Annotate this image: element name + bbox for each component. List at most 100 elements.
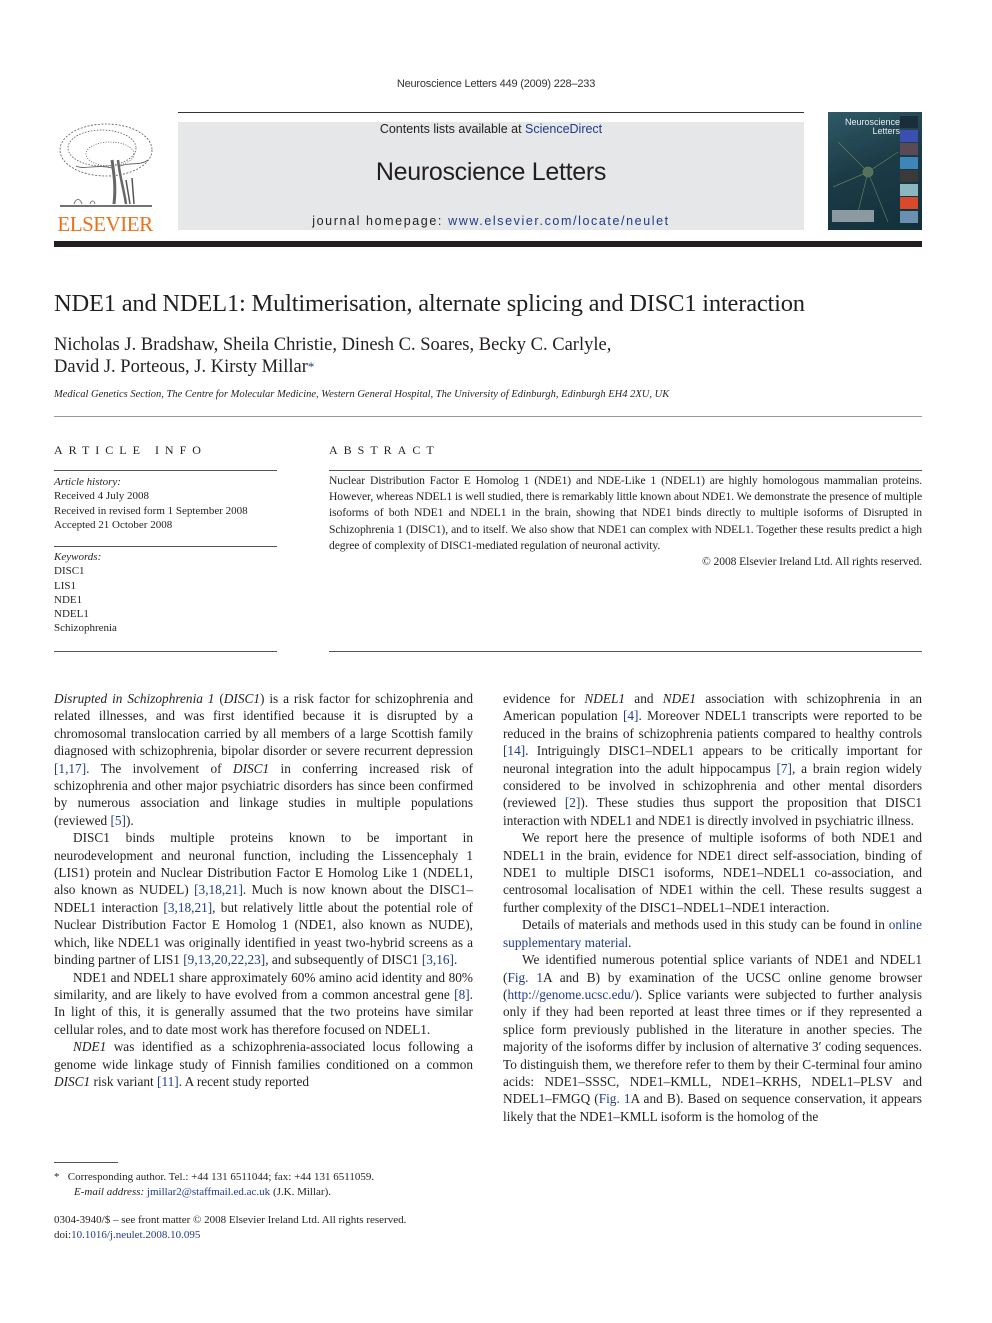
citation-link[interactable]: [7] (776, 761, 792, 776)
paper-title: NDE1 and NDEL1: Multimerisation, alterna… (54, 290, 805, 317)
italic-term: NDE1 (662, 691, 697, 706)
affiliation-rule (54, 416, 922, 417)
citation-link[interactable]: [9,13,20,22,23] (183, 952, 265, 967)
page-footer: 0304-3940/$ – see front matter © 2008 El… (54, 1213, 406, 1242)
article-info-bottom-rule (54, 651, 277, 652)
text-run: evidence for (503, 691, 585, 706)
masthead-bottom-rule (54, 241, 922, 247)
text-run: We report here the presence of multiple … (503, 830, 922, 915)
italic-term: DISC1 (232, 760, 270, 776)
homepage-prefix: journal homepage: (312, 214, 449, 228)
citation-link[interactable]: [3,16] (422, 952, 454, 967)
citation-link[interactable]: [3,18,21] (163, 900, 212, 915)
email-suffix: (J.K. Millar). (270, 1185, 331, 1198)
keyword: NDEL1 (54, 608, 89, 621)
text-run: ). Splice variants were subjected to fur… (503, 986, 922, 1107)
citation-link[interactable]: [14] (503, 743, 525, 758)
email-label: E-mail address: (74, 1185, 147, 1198)
keywords-rule (54, 546, 277, 547)
citation-link[interactable]: Fig. 1 (599, 1091, 631, 1106)
article-info-heading: ARTICLE INFO (54, 443, 207, 457)
abstract-text: Nuclear Distribution Factor E Homolog 1 … (329, 474, 922, 552)
history-revised: Received in revised form 1 September 200… (54, 504, 248, 517)
footnote-line-1: * Corresponding author. Tel.: +44 131 65… (54, 1170, 374, 1185)
body-paragraph: NDE1 was identified as a schizophrenia-a… (54, 1038, 473, 1090)
keyword: Schizophrenia (54, 622, 117, 635)
text-run: NDE1 and NDEL1 share approximately 60% a… (54, 969, 473, 1002)
citation-link[interactable]: [1,17] (54, 761, 86, 776)
header-rule (178, 112, 804, 113)
keyword: NDE1 (54, 593, 83, 606)
author-list: Nicholas J. Bradshaw, Sheila Christie, D… (54, 334, 611, 378)
keywords: Keywords: DISC1 LIS1 NDE1 NDEL1 Schizoph… (54, 550, 117, 636)
italic-term: NDE1 (73, 1039, 107, 1055)
italic-term: NDEL1 (584, 691, 625, 706)
citation-link[interactable]: [2] (565, 795, 581, 810)
doi-line: doi:10.1016/j.neulet.2008.10.095 (54, 1228, 406, 1243)
article-history: Article history: Received 4 July 2008 Re… (54, 475, 248, 532)
body-paragraph: NDE1 and NDEL1 share approximately 60% a… (54, 969, 473, 1039)
cover-thumb (900, 143, 918, 155)
journal-title: Neuroscience Letters (375, 158, 607, 186)
text-run: and (625, 691, 663, 706)
citation-link[interactable]: [11] (157, 1074, 179, 1089)
cover-thumb (900, 156, 918, 169)
footnote-contact: Corresponding author. Tel.: +44 131 6511… (67, 1171, 375, 1183)
text-run: . A recent study reported (178, 1073, 310, 1089)
text-run: risk variant (90, 1073, 158, 1089)
doi-link[interactable]: 10.1016/j.neulet.2008.10.095 (71, 1229, 200, 1241)
footnote-line-2: E-mail address: jmillar2@staffmail.ed.ac… (54, 1185, 374, 1200)
cover-thumb (900, 170, 918, 182)
homepage-link[interactable]: www.elsevier.com/locate/neulet (448, 214, 670, 228)
abstract-rule (329, 470, 922, 471)
text-run: Details of materials and methods used in… (522, 917, 889, 933)
cover-label-box (832, 210, 874, 222)
citation-link[interactable]: [4] (623, 708, 639, 723)
cover-thumbnail-strip (900, 116, 918, 226)
authors-line-2-text: David J. Porteous, J. Kirsty Millar (54, 357, 308, 377)
cover-thumb (900, 210, 918, 223)
body-column-right: evidence for NDEL1 and NDE1 association … (503, 690, 922, 1125)
body-paragraph: evidence for NDEL1 and NDE1 association … (503, 690, 922, 829)
citation-link[interactable]: Fig. 1 (507, 970, 543, 985)
text-run: . (628, 934, 632, 950)
doi-prefix: doi: (54, 1228, 72, 1241)
sciencedirect-link[interactable]: ScienceDirect (525, 122, 602, 136)
cover-thumb (900, 129, 918, 142)
cover-thumb (900, 116, 918, 128)
authors-line-2: David J. Porteous, J. Kirsty Millar* (54, 356, 611, 378)
contents-line: Contents lists available at ScienceDirec… (178, 122, 804, 136)
italic-term: DISC1 (223, 691, 260, 706)
citation-link[interactable]: [3,18,21] (194, 882, 243, 897)
body-paragraph: We identified numerous potential splice … (503, 951, 922, 1125)
journal-masthead: Contents lists available at ScienceDirec… (178, 122, 804, 230)
authors-line-1: Nicholas J. Bradshaw, Sheila Christie, D… (54, 335, 612, 355)
affiliation: Medical Genetics Section, The Centre for… (54, 389, 670, 400)
keyword: DISC1 (54, 565, 85, 578)
text-run: , and subsequently of DISC1 (265, 952, 422, 968)
cover-thumb (900, 197, 918, 209)
citation-link[interactable]: [8] (454, 987, 470, 1002)
body-paragraph: We report here the presence of multiple … (503, 829, 922, 916)
tree-icon (59, 123, 153, 207)
journal-cover-image: Neuroscience Letters (828, 112, 922, 230)
history-label: Article history: (54, 476, 121, 488)
keyword: LIS1 (54, 579, 76, 592)
contents-prefix: Contents lists available at (379, 122, 526, 136)
italic-term: DISC1 (54, 1073, 91, 1089)
abstract-copyright: © 2008 Elsevier Ireland Ltd. All rights … (702, 555, 922, 569)
corresponding-author-marker[interactable]: * (308, 359, 315, 374)
email-link[interactable]: jmillar2@staffmail.ed.ac.uk (147, 1186, 270, 1198)
keywords-label: Keywords: (54, 551, 102, 563)
text-run: . (454, 952, 458, 968)
cover-thumb (900, 183, 918, 196)
running-head: Neuroscience Letters 449 (2009) 228–233 (396, 78, 596, 90)
history-received: Received 4 July 2008 (54, 490, 150, 503)
citation-link[interactable]: http://genome.ucsc.edu/ (507, 987, 634, 1002)
body-paragraph: Disrupted in Schizophrenia 1 (DISC1) is … (54, 690, 473, 829)
abstract-heading: ABSTRACT (329, 443, 440, 457)
citation-link[interactable]: [5] (110, 813, 126, 828)
article-info-rule (54, 470, 277, 471)
text-run: . The involvement of (86, 760, 233, 776)
abstract: Nuclear Distribution Factor E Homolog 1 … (329, 473, 922, 570)
